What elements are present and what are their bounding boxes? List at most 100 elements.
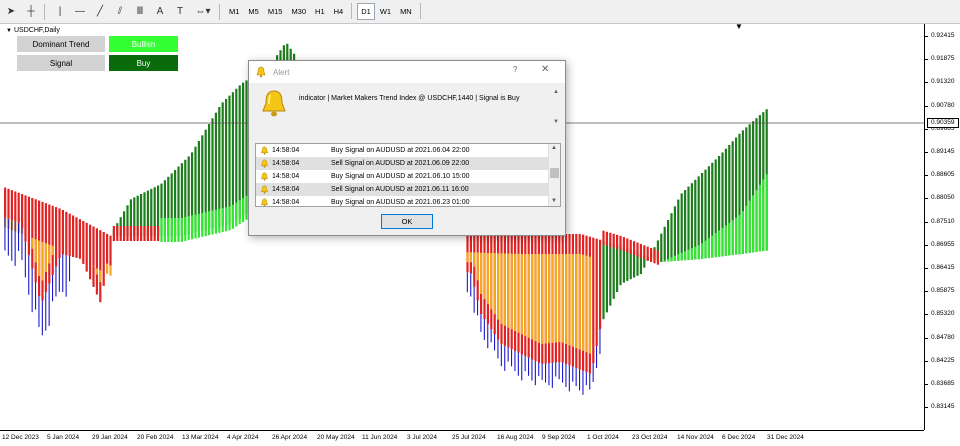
histogram-bar [663,226,666,262]
timeframe-m15[interactable]: M15 [264,3,287,20]
histogram-bar [680,193,683,261]
histogram-bar [609,242,612,306]
histogram-bar [235,88,238,221]
histogram-bar [504,345,506,371]
histogram-bar [95,268,98,275]
trendline-icon[interactable]: ╱ [91,3,109,21]
cursor-icon[interactable]: ➤ [2,3,20,21]
text-icon[interactable]: A [151,3,169,21]
timeframe-m30[interactable]: M30 [287,3,310,20]
histogram-bar [626,238,629,253]
histogram-bar [486,252,489,305]
price-tick-label: 0.84225 [931,356,955,364]
histogram-bar [68,213,71,257]
alert-text: Buy Signal on AUDUSD at 2021.06.10 15:00 [331,173,470,180]
histogram-bar [466,252,469,263]
histogram-bar [82,220,85,264]
timeframe-m5[interactable]: M5 [244,3,262,20]
bell-icon [256,66,266,78]
time-tick-label: 16 Aug 2024 [497,434,534,441]
time-tick-label: 4 Apr 2024 [227,434,259,441]
histogram-bar [602,240,605,320]
timeframe-h4[interactable]: H4 [330,3,348,20]
price-tick-label: 0.86955 [931,240,955,248]
histogram-bar [503,253,506,326]
histogram-bar [578,254,581,350]
horizontal-line-icon[interactable]: — [71,3,89,21]
timeframe-mn[interactable]: MN [396,3,416,20]
channel-icon[interactable]: ⫽ [111,3,129,21]
histogram-bar [58,208,61,258]
list-scrollbar[interactable]: ▲ ▼ [548,144,560,206]
scroll-up-icon[interactable]: ▲ [551,145,557,151]
histogram-bar [480,252,483,294]
histogram-bar [558,362,560,380]
crosshair-icon[interactable]: ┼ [22,3,40,21]
bell-icon [261,198,268,206]
shapes-icon[interactable]: ⇔▾ [191,3,215,21]
histogram-bar [55,266,57,297]
histogram-bar [656,250,659,265]
list-item[interactable]: 14:58:04 Sell Signal on AUDUSD at 2021.06… [256,183,560,196]
histogram-bar [238,200,241,225]
histogram-bar [527,254,530,338]
price-tick [925,268,928,269]
histogram-bar [469,252,472,263]
close-button[interactable]: ✕ [541,64,549,75]
text-label-icon[interactable]: T [171,3,189,21]
histogram-bar [99,230,102,303]
histogram-bar [575,368,577,387]
histogram-bar [585,255,588,353]
histogram-bar [677,199,680,261]
panel-label: Dominant Trend [17,36,105,52]
price-tick [925,36,928,37]
histogram-bar [544,254,547,344]
histogram-bar [89,224,92,280]
price-tick-label: 0.91320 [931,78,955,86]
histogram-bar [752,195,755,253]
histogram-bar [45,292,47,331]
message-scrollbar[interactable]: ▲ ▼ [553,87,559,127]
alert-history-list[interactable]: 14:58:04 Buy Signal on AUDUSD at 2021.06.… [255,143,561,207]
timeframe-w1[interactable]: W1 [376,3,395,20]
histogram-bar [673,206,676,261]
histogram-bar [167,218,170,242]
histogram-bar [242,82,245,216]
histogram-bar [704,240,707,259]
histogram-bar [119,226,122,241]
alert-text: Sell Signal on AUDUSD at 2021.06.09 22:0… [331,160,470,167]
histogram-bar [650,248,653,262]
histogram-bar [579,369,581,391]
histogram-bar [524,356,526,372]
histogram-bar [612,233,615,248]
ok-button[interactable]: OK [381,214,433,229]
timeframe-d1[interactable]: D1 [357,3,375,20]
histogram-bar [473,252,476,267]
histogram-bar [677,254,680,261]
vertical-line-icon[interactable]: | [51,3,69,21]
histogram-bar [211,210,214,235]
list-item[interactable]: 14:58:04 Buy Signal on AUDUSD at 2021.06.… [256,196,560,206]
scroll-down-icon[interactable]: ▼ [551,198,557,204]
histogram-bar [4,187,7,218]
fibonacci-icon[interactable]: Ⅲ [131,3,149,21]
histogram-bar [745,205,748,254]
histogram-bar [592,363,594,382]
list-item[interactable]: 14:58:04 Buy Signal on AUDUSD at 2021.06.… [256,144,560,157]
histogram-bar [517,352,519,376]
histogram-bar [221,208,224,233]
help-button[interactable]: ? [513,65,517,74]
price-tick-label: 0.91875 [931,55,955,63]
list-item[interactable]: 14:58:04 Buy Signal on AUDUSD at 2021.06.… [256,170,560,183]
histogram-bar [106,233,109,264]
scroll-thumb[interactable] [550,168,559,178]
timeframe-m1[interactable]: M1 [225,3,243,20]
price-axis: 0.92415 0.91875 0.91320 0.90780 0.89685 0.891… [924,24,960,430]
list-item[interactable]: 14:58:04 Sell Signal on AUDUSD at 2021.06… [256,157,560,170]
histogram-bar [41,300,43,336]
histogram-bar [31,237,34,249]
histogram-bar [48,204,51,284]
histogram-bar [548,363,550,386]
histogram-bar [500,253,503,325]
timeframe-h1[interactable]: H1 [311,3,329,20]
